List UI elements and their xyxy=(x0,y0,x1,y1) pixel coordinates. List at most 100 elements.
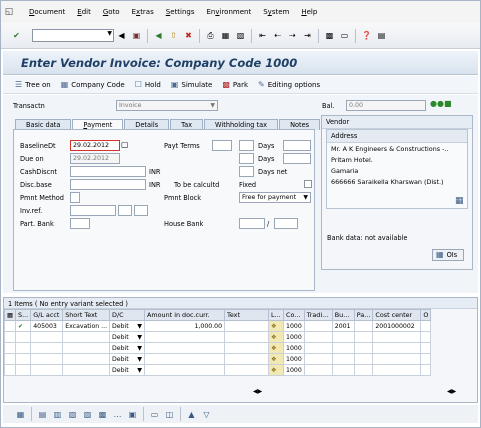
payment-method-field[interactable] xyxy=(70,192,80,203)
short-text-cell[interactable] xyxy=(62,353,111,365)
row-selector[interactable] xyxy=(3,364,17,376)
payment-block-select[interactable]: Free for payment ▼ xyxy=(239,192,311,203)
gl-account-cell[interactable] xyxy=(30,364,64,376)
inv-ref-item-field[interactable] xyxy=(134,205,148,216)
company-code-cell[interactable]: 1000 xyxy=(283,331,305,343)
column-header[interactable]: Short Text xyxy=(62,309,111,321)
menu-extras[interactable]: Extras xyxy=(132,8,154,16)
column-header[interactable]: D/C xyxy=(109,309,146,321)
status-cell[interactable] xyxy=(15,364,32,376)
calendar-icon[interactable]: ▢ xyxy=(121,140,129,149)
company-code-cell[interactable]: 1000 xyxy=(283,320,305,332)
status-cell[interactable] xyxy=(15,353,32,365)
gl-account-cell[interactable]: 405003 xyxy=(30,320,64,332)
help-icon[interactable]: ❓ xyxy=(361,30,372,41)
paste-icon[interactable]: ▩ xyxy=(97,409,108,420)
debit-credit-cell[interactable]: Debit ▼ xyxy=(109,342,146,354)
text-cell[interactable] xyxy=(224,364,270,376)
park-button[interactable]: ▩ Park xyxy=(222,80,248,89)
chevron-down-icon[interactable]: ▼ xyxy=(137,323,142,330)
partner-cell[interactable] xyxy=(353,320,374,332)
editing-options-button[interactable]: ✎ Editing options xyxy=(258,80,320,89)
filter-icon[interactable]: ▽ xyxy=(201,409,212,420)
partner-cell[interactable] xyxy=(353,353,374,365)
simulate-button[interactable]: ▣ Simulate xyxy=(171,80,213,89)
days-net-field[interactable] xyxy=(239,166,254,177)
copy-icon[interactable]: ◫ xyxy=(164,409,175,420)
menu-environment[interactable]: Environment xyxy=(206,8,251,16)
amount-cell[interactable] xyxy=(144,364,226,376)
business-area-cell[interactable] xyxy=(331,342,355,354)
order-cell[interactable] xyxy=(420,331,432,343)
text-cell[interactable] xyxy=(224,320,270,332)
status-cell[interactable]: ✔ xyxy=(15,320,32,332)
tree-on-button[interactable]: ☰ Tree on xyxy=(15,80,51,89)
order-cell[interactable] xyxy=(420,320,432,332)
prev-page-icon[interactable]: ⇠ xyxy=(272,30,283,41)
cost-center-cell[interactable]: 2001000002 xyxy=(372,320,422,332)
trading-partner-cell[interactable] xyxy=(303,320,333,332)
vendor-details-icon[interactable]: ▦ xyxy=(455,196,464,206)
row-selector[interactable] xyxy=(3,320,17,332)
gl-account-cell[interactable] xyxy=(30,353,64,365)
tax-code-cell[interactable]: ❖ xyxy=(268,353,285,365)
column-header[interactable]: L... xyxy=(268,309,285,321)
column-header[interactable]: Bu... xyxy=(331,309,355,321)
scroll-left-right-arrows[interactable]: ◀▶ xyxy=(253,388,273,397)
shortcut-icon[interactable]: ▭ xyxy=(339,30,350,41)
save-icon[interactable]: ▣ xyxy=(131,30,142,41)
details-icon[interactable]: ▭ xyxy=(149,409,160,420)
exit-icon[interactable]: ⇧ xyxy=(168,30,179,41)
short-text-cell[interactable]: Excavation ... xyxy=(62,320,111,332)
partner-cell[interactable] xyxy=(353,331,374,343)
row-selector[interactable] xyxy=(3,353,17,365)
column-header[interactable]: O xyxy=(420,309,432,321)
trading-partner-cell[interactable] xyxy=(303,353,333,365)
enter-icon[interactable]: ✔ xyxy=(11,30,22,41)
menu-help[interactable]: Help xyxy=(301,8,317,16)
cash-discount-field[interactable] xyxy=(70,166,146,177)
debit-credit-cell[interactable]: Debit ▼ xyxy=(109,320,146,332)
row-selector[interactable] xyxy=(3,342,17,354)
amount-cell[interactable] xyxy=(144,331,226,343)
new-session-icon[interactable]: ▩ xyxy=(324,30,335,41)
column-header[interactable]: Pa... xyxy=(353,309,374,321)
last-page-icon[interactable]: ⇥ xyxy=(302,30,313,41)
days2-percent-field[interactable] xyxy=(283,153,311,164)
column-header[interactable]: Tradi... xyxy=(303,309,333,321)
inv-ref-field[interactable] xyxy=(70,205,116,216)
cancel-icon[interactable]: ✖ xyxy=(183,30,194,41)
tax-code-cell[interactable]: ❖ xyxy=(268,331,285,343)
business-area-cell[interactable] xyxy=(331,353,355,365)
column-header[interactable]: Text xyxy=(224,309,270,321)
command-field[interactable]: ▼ xyxy=(32,29,114,42)
sort-icon[interactable]: ▲ xyxy=(186,409,197,420)
amount-cell[interactable]: 1,000.00 xyxy=(144,320,226,332)
menu-document[interactable]: Document xyxy=(29,8,65,16)
text-cell[interactable] xyxy=(224,353,270,365)
days1-percent-field[interactable] xyxy=(283,140,311,151)
company-code-cell[interactable]: 1000 xyxy=(283,364,305,376)
undo-icon[interactable]: ▣ xyxy=(127,409,138,420)
inv-ref-year-field[interactable] xyxy=(118,205,132,216)
short-text-cell[interactable] xyxy=(62,342,111,354)
menu-system[interactable]: System xyxy=(263,8,289,16)
amount-cell[interactable] xyxy=(144,353,226,365)
column-header[interactable]: Co... xyxy=(283,309,305,321)
trading-partner-cell[interactable] xyxy=(303,342,333,354)
cost-center-cell[interactable] xyxy=(372,342,422,354)
first-page-icon[interactable]: ⇤ xyxy=(257,30,268,41)
short-text-cell[interactable] xyxy=(62,331,111,343)
gl-account-cell[interactable] xyxy=(30,342,64,354)
baseline-date-field[interactable]: 29.02.2012 xyxy=(70,140,120,151)
column-header[interactable]: G/L acct xyxy=(30,309,64,321)
print-icon[interactable]: ⎙ xyxy=(205,30,216,41)
menu-settings[interactable]: Settings xyxy=(166,8,195,16)
business-area-cell[interactable]: 2001 xyxy=(331,320,355,332)
debit-credit-cell[interactable]: Debit ▼ xyxy=(109,364,146,376)
status-cell[interactable] xyxy=(15,342,32,354)
trading-partner-cell[interactable] xyxy=(303,331,333,343)
chevron-down-icon[interactable]: ▼ xyxy=(137,334,142,341)
history-icon[interactable]: ◀ xyxy=(116,30,127,41)
house-bank-account-field[interactable] xyxy=(274,218,298,229)
